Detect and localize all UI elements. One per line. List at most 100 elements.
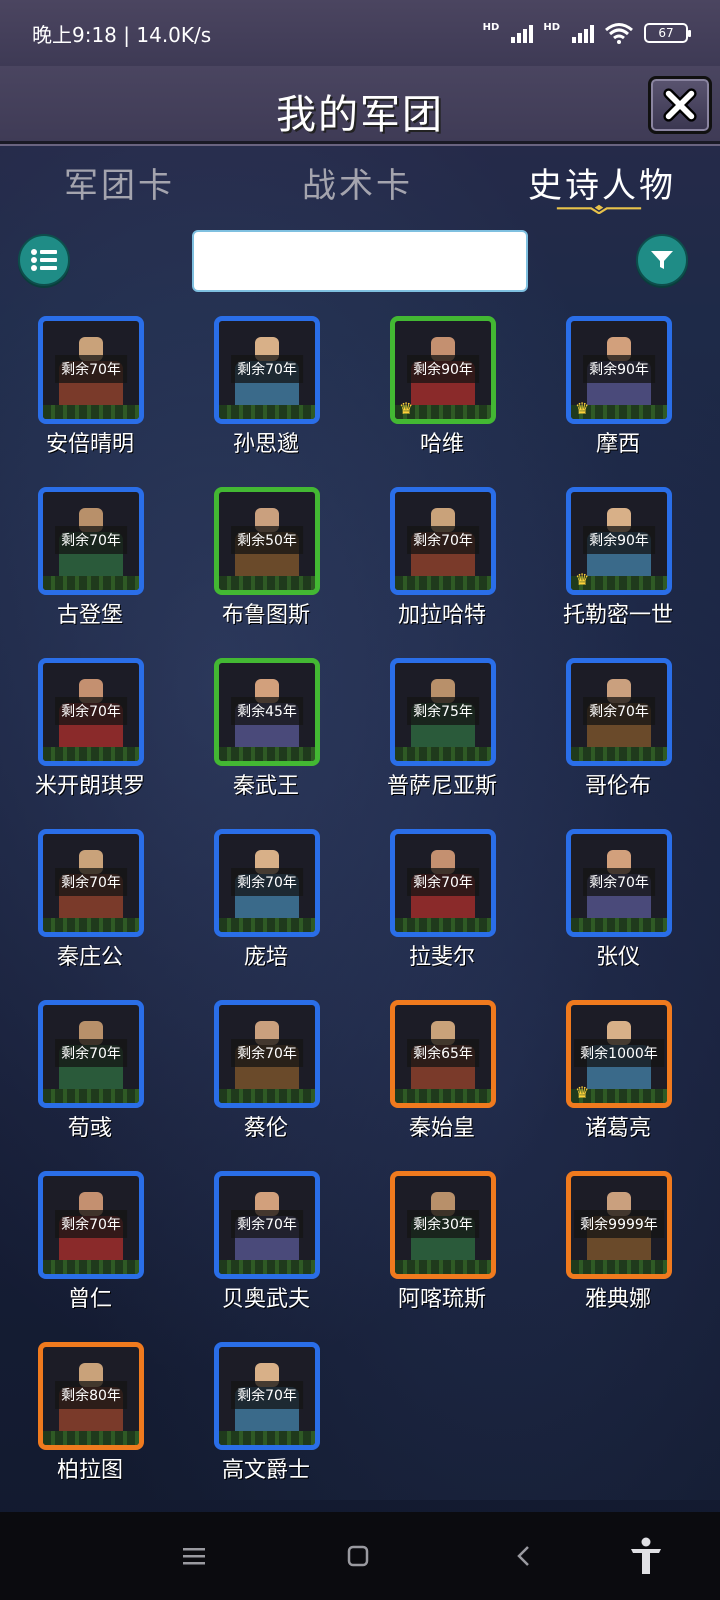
character-name: 哈维 (419, 432, 464, 457)
character-card[interactable]: 剩余70年 张仪 (528, 829, 708, 991)
character-portrait-frame[interactable]: 剩余70年 (38, 829, 144, 937)
character-card[interactable]: 剩余70年哥伦布 (528, 658, 708, 820)
character-portrait-frame[interactable]: 剩余70年 (38, 658, 144, 766)
character-portrait-frame[interactable]: 剩余9999年 (566, 1171, 672, 1279)
character-portrait-frame[interactable]: 剩余70年 (38, 316, 144, 424)
filter-button[interactable] (636, 234, 688, 286)
tab-epic-characters[interactable]: 史诗人物 (528, 158, 676, 207)
character-portrait-frame[interactable]: 剩余50年 (214, 487, 320, 595)
character-portrait-frame[interactable]: 剩余70年 (38, 1000, 144, 1108)
character-portrait-frame[interactable]: 剩余30年 (390, 1171, 496, 1279)
remaining-years-label: 剩余70年 (231, 1210, 303, 1238)
status-bar: 晚上9:18 | 14.0K/s HD HD 67 (0, 0, 720, 66)
character-name: 柏拉图 (56, 1458, 123, 1483)
battery-icon: 67 (644, 23, 691, 43)
character-card[interactable]: 剩余70年 高文爵士 (176, 1342, 356, 1504)
character-portrait-frame[interactable]: 剩余70年 (214, 829, 320, 937)
list-icon (31, 249, 57, 271)
character-card[interactable]: 剩余70年加拉哈特 (352, 487, 532, 649)
remaining-years-label: 剩余70年 (55, 1210, 127, 1238)
back-nav-button[interactable] (504, 1540, 544, 1572)
character-name: 秦庄公 (56, 945, 123, 970)
remaining-years-label: 剩余30年 (407, 1210, 479, 1238)
character-card[interactable]: 剩余70年荀彧 (0, 1000, 180, 1162)
character-card[interactable]: 剩余70年安倍晴明 (0, 316, 180, 478)
home-nav-button[interactable] (338, 1540, 378, 1572)
character-portrait-frame[interactable]: 剩余70年 (38, 487, 144, 595)
character-name: 米开朗琪罗 (34, 774, 145, 799)
character-name: 哥伦布 (584, 774, 651, 799)
remaining-years-label: 剩余80年 (55, 1381, 127, 1409)
remaining-years-label: 剩余1000年 (574, 1039, 664, 1067)
character-portrait-frame[interactable]: 剩余75年 (390, 658, 496, 766)
remaining-years-label: 剩余70年 (231, 868, 303, 896)
character-name: 拉斐尔 (408, 945, 475, 970)
character-card[interactable]: 剩余70年曾仁 (0, 1171, 180, 1333)
character-card[interactable]: 剩余70年拉斐尔 (352, 829, 532, 991)
character-card[interactable]: 剩余50年 布鲁图斯 (176, 487, 356, 649)
character-card[interactable]: 剩余70年古登堡 (0, 487, 180, 649)
tab-legion-cards[interactable]: 军团卡 (64, 158, 175, 207)
character-portrait-frame[interactable]: 剩余70年 (566, 829, 672, 937)
character-card[interactable]: 剩余75年 普萨尼亚斯 (352, 658, 532, 820)
character-card[interactable]: 剩余80年柏拉图 (0, 1342, 180, 1504)
character-card[interactable]: 剩余70年贝奥武夫 (176, 1171, 356, 1333)
character-portrait-frame[interactable]: 剩余70年 (214, 1000, 320, 1108)
character-portrait-frame[interactable]: 剩余45年 (214, 658, 320, 766)
remaining-years-label: 剩余70年 (583, 868, 655, 896)
square-home-icon (347, 1545, 369, 1567)
character-name: 荀彧 (67, 1116, 112, 1141)
accessibility-button[interactable] (626, 1536, 666, 1576)
character-name: 孙思邈 (232, 432, 299, 457)
character-card[interactable]: ♛ 剩余1000年 诸葛亮 (528, 1000, 708, 1162)
status-icons: HD HD 67 (483, 22, 691, 44)
back-chevron-icon (517, 1546, 529, 1566)
character-name: 安倍晴明 (45, 432, 134, 457)
close-button[interactable] (648, 76, 712, 134)
character-card[interactable]: ♛ 剩余90年 托勒密一世 (528, 487, 708, 649)
character-card[interactable]: 剩余30年阿喀琉斯 (352, 1171, 532, 1333)
system-nav-bar (0, 1512, 720, 1600)
toolbar (0, 230, 720, 292)
wifi-icon (605, 23, 633, 44)
character-card[interactable]: 剩余70年孙思邈 (176, 316, 356, 478)
character-card[interactable]: ♛ 剩余90年哈维 (352, 316, 532, 478)
page-title: 我的军团 (276, 92, 444, 138)
character-name: 曾仁 (67, 1287, 112, 1312)
character-portrait-frame[interactable]: 剩余70年 (214, 1171, 320, 1279)
character-portrait-frame[interactable]: 剩余70年 (214, 316, 320, 424)
character-portrait-frame[interactable]: ♛ 剩余1000年 (566, 1000, 672, 1108)
remaining-years-label: 剩余70年 (231, 355, 303, 383)
tab-tactic-cards[interactable]: 战术卡 (302, 158, 413, 207)
character-portrait-frame[interactable]: ♛ 剩余90年 (390, 316, 496, 424)
search-input[interactable] (192, 230, 528, 292)
character-name: 雅典娜 (584, 1287, 651, 1312)
character-portrait-frame[interactable]: 剩余70年 (566, 658, 672, 766)
character-portrait-frame[interactable]: ♛ 剩余90年 (566, 316, 672, 424)
character-card[interactable]: 剩余65年 秦始皇 (352, 1000, 532, 1162)
character-card[interactable]: 剩余70年秦庄公 (0, 829, 180, 991)
character-portrait-frame[interactable]: 剩余70年 (214, 1342, 320, 1450)
character-portrait-frame[interactable]: 剩余80年 (38, 1342, 144, 1450)
character-card[interactable]: 剩余70年庞培 (176, 829, 356, 991)
character-card[interactable]: ♛ 剩余90年 摩西 (528, 316, 708, 478)
menu-nav-button[interactable] (174, 1540, 214, 1572)
character-portrait-frame[interactable]: 剩余70年 (390, 829, 496, 937)
character-portrait-frame[interactable]: 剩余70年 (38, 1171, 144, 1279)
character-card[interactable]: 剩余70年 蔡伦 (176, 1000, 356, 1162)
character-portrait-frame[interactable]: ♛ 剩余90年 (566, 487, 672, 595)
remaining-years-label: 剩余70年 (231, 1039, 303, 1067)
character-card[interactable]: 剩余45年 秦武王 (176, 658, 356, 820)
list-view-button[interactable] (18, 234, 70, 286)
character-name: 贝奥武夫 (221, 1287, 310, 1312)
character-name: 庞培 (243, 945, 288, 970)
hd-label-2: HD (543, 22, 560, 33)
character-portrait-frame[interactable]: 剩余70年 (390, 487, 496, 595)
character-name: 加拉哈特 (397, 603, 486, 628)
character-card[interactable]: 剩余70年米开朗琪罗 (0, 658, 180, 820)
character-portrait-frame[interactable]: 剩余65年 (390, 1000, 496, 1108)
hamburger-icon (183, 1548, 205, 1565)
character-card[interactable]: 剩余9999年雅典娜 (528, 1171, 708, 1333)
character-name: 阿喀琉斯 (397, 1287, 486, 1312)
character-name: 古登堡 (56, 603, 123, 628)
